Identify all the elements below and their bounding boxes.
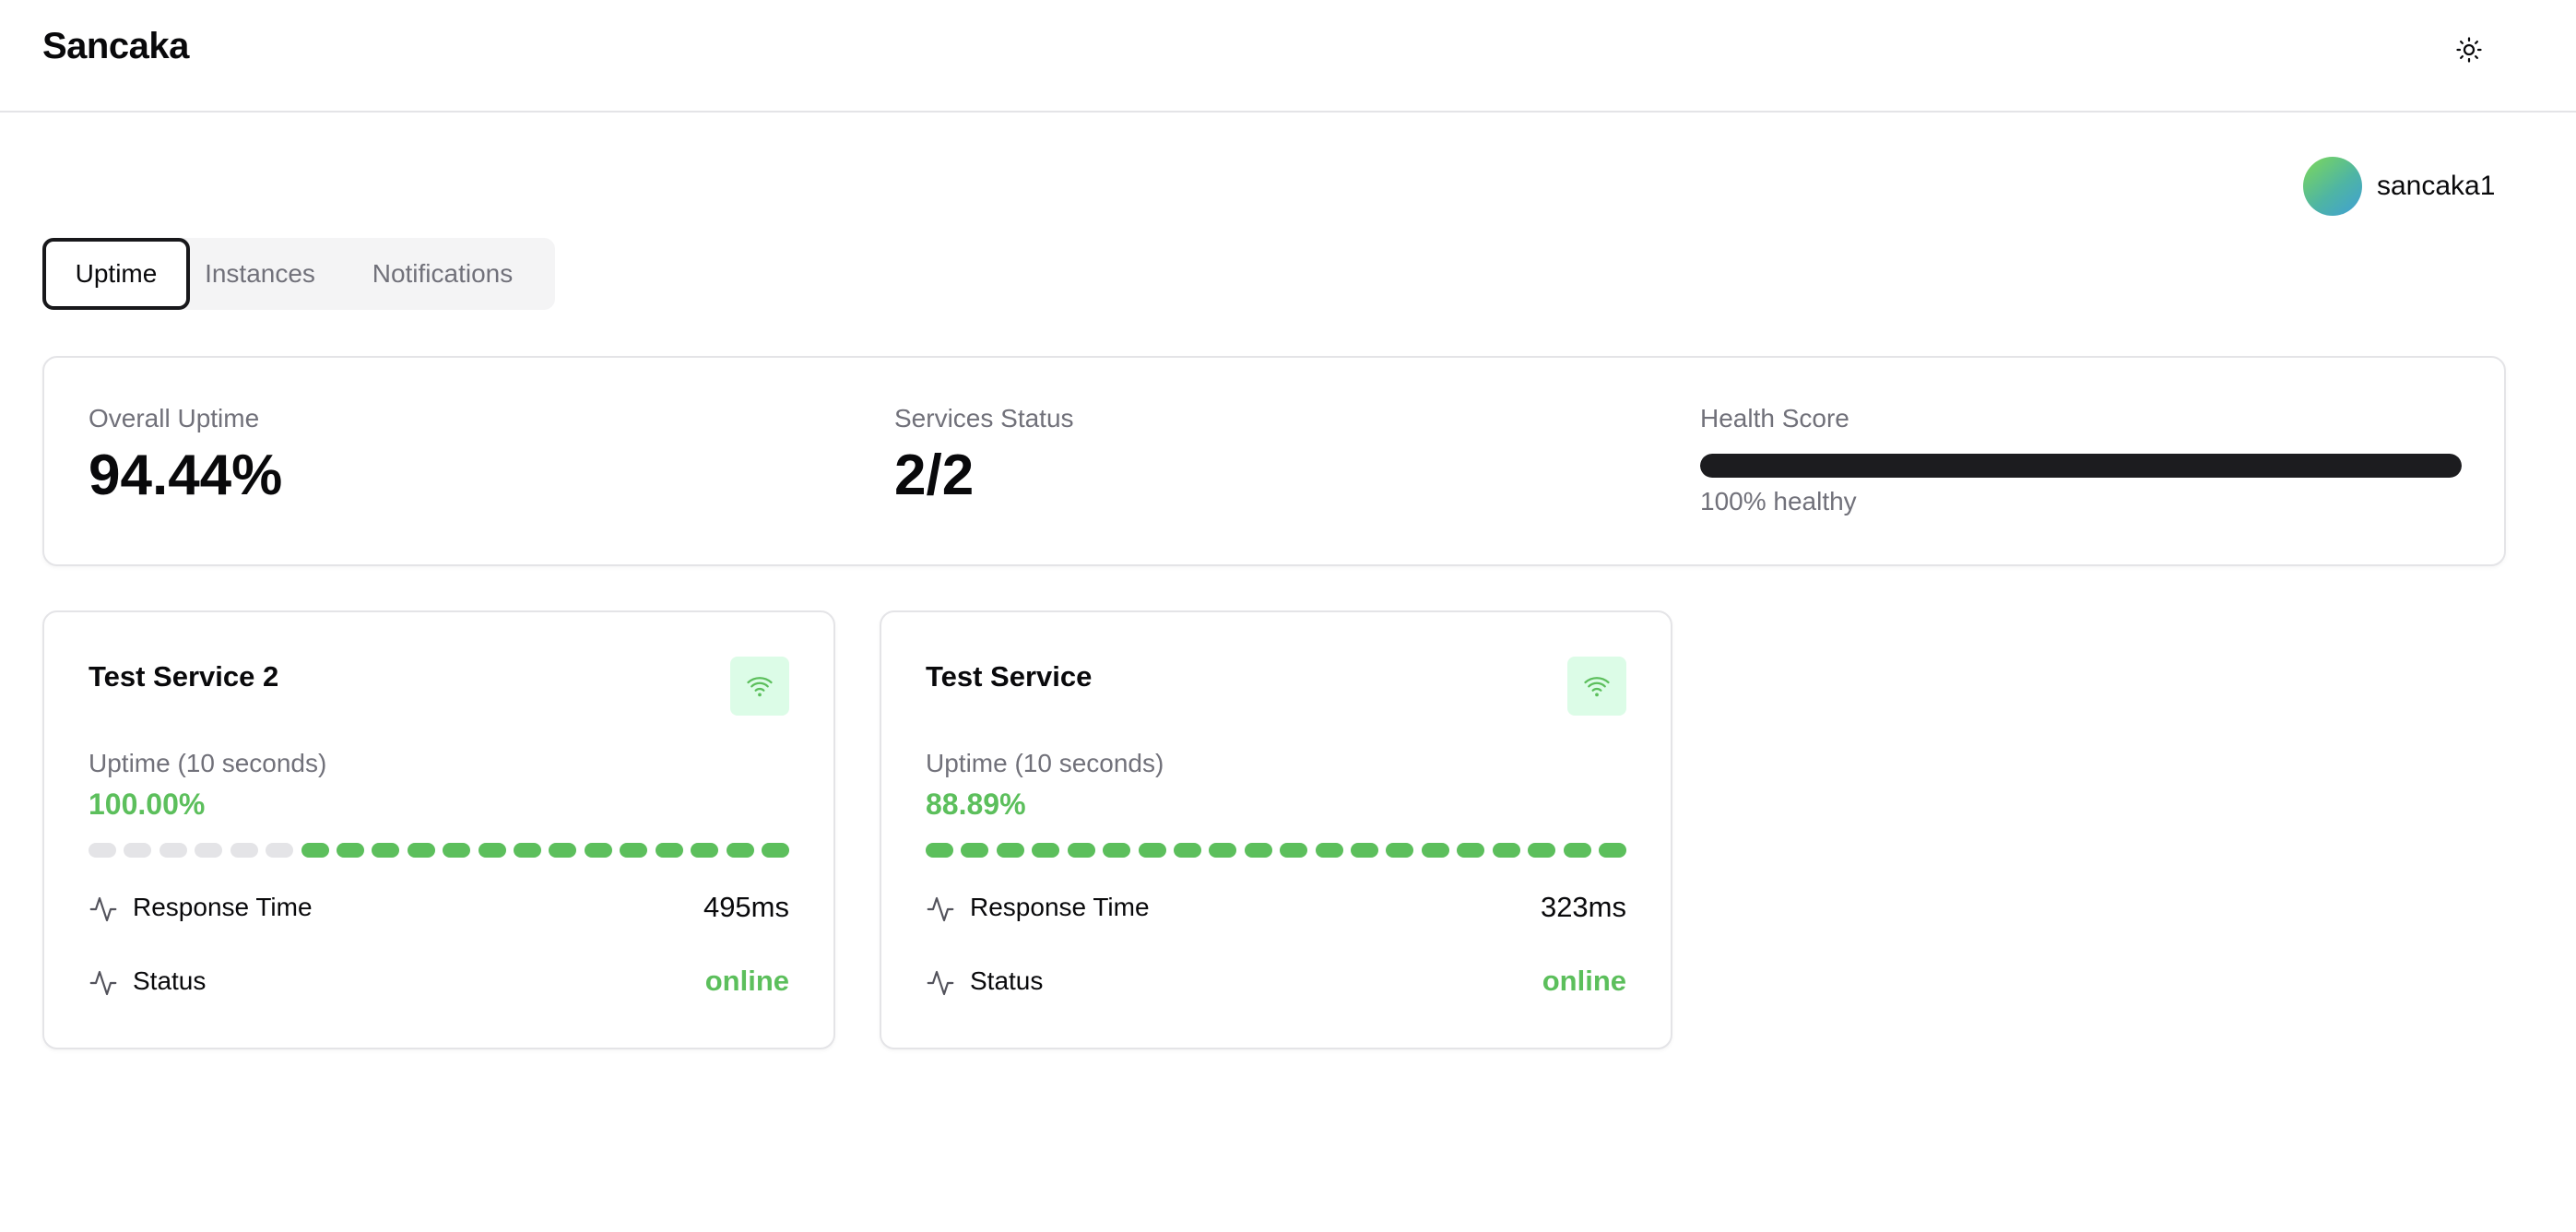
heartbeat-segment	[961, 843, 988, 858]
heartbeat-segment	[372, 843, 399, 858]
tab-notifications[interactable]: Notifications	[330, 238, 555, 310]
heartbeat-segment	[691, 843, 718, 858]
heartbeat-segment	[727, 843, 754, 858]
uptime-value: 100.00%	[89, 788, 206, 821]
tab-uptime[interactable]: Uptime	[42, 238, 190, 310]
health-score-text: 100% healthy	[1700, 487, 1857, 515]
heartbeat-segment	[1103, 843, 1130, 858]
response-time-label: Response Time	[970, 893, 1150, 921]
activity-icon	[89, 968, 118, 998]
heartbeat-segment	[1422, 843, 1449, 858]
heartbeat-segment	[1386, 843, 1413, 858]
heartbeat-segment	[230, 843, 258, 858]
health-score-fill	[1700, 454, 2462, 478]
heartbeat-segment	[1139, 843, 1166, 858]
heartbeat-segment	[1599, 843, 1626, 858]
summary-card: Overall Uptime 94.44% Services Status 2/…	[42, 356, 2506, 566]
overall-uptime-value: 94.44%	[89, 444, 283, 507]
app-title: Sancaka	[42, 26, 189, 66]
wifi-icon	[1567, 657, 1626, 716]
heartbeat-segment	[1457, 843, 1484, 858]
response-time-label: Response Time	[133, 893, 313, 921]
heartbeat-segment	[1316, 843, 1343, 858]
heartbeat-segment	[549, 843, 576, 858]
uptime-label: Uptime (10 seconds)	[89, 749, 327, 777]
theme-toggle-button[interactable]	[2447, 28, 2491, 76]
heartbeat-segment	[1564, 843, 1591, 858]
heartbeat-segment	[762, 843, 789, 858]
uptime-label: Uptime (10 seconds)	[926, 749, 1164, 777]
status-value: online	[1542, 965, 1626, 997]
services-status-value: 2/2	[894, 444, 975, 507]
top-header: Sancaka	[0, 0, 2576, 113]
wifi-icon	[730, 657, 789, 716]
heartbeat-segment	[926, 843, 953, 858]
heartbeat-segment	[1209, 843, 1236, 858]
avatar	[2303, 157, 2362, 216]
health-score-bar	[1700, 454, 2462, 478]
tab-instances[interactable]: Instances	[190, 238, 330, 310]
heartbeat-bar	[89, 843, 789, 858]
status-value: online	[704, 965, 789, 997]
heartbeat-segment	[266, 843, 293, 858]
heartbeat-segment	[408, 843, 435, 858]
response-time-row: Response Time 323ms	[926, 891, 1626, 928]
sun-icon	[2455, 36, 2483, 68]
heartbeat-segment	[89, 843, 116, 858]
username: sancaka1	[2377, 171, 2496, 201]
heartbeat-segment	[656, 843, 683, 858]
heartbeat-bar	[926, 843, 1626, 858]
response-time-row: Response Time 495ms	[89, 891, 789, 928]
heartbeat-segment	[1174, 843, 1201, 858]
activity-icon	[926, 968, 955, 998]
heartbeat-segment	[1245, 843, 1272, 858]
health-score-label: Health Score	[1700, 404, 1849, 432]
heartbeat-segment	[1068, 843, 1095, 858]
service-name: Test Service	[926, 660, 1093, 693]
heartbeat-segment	[195, 843, 222, 858]
heartbeat-segment	[997, 843, 1024, 858]
status-row: Status online	[926, 965, 1626, 1001]
tab-list: Uptime Instances Notifications	[42, 238, 555, 310]
service-name: Test Service 2	[89, 660, 279, 693]
uptime-value: 88.89%	[926, 788, 1026, 821]
heartbeat-segment	[514, 843, 541, 858]
heartbeat-segment	[1528, 843, 1555, 858]
overall-uptime-label: Overall Uptime	[89, 404, 260, 432]
heartbeat-segment	[1351, 843, 1378, 858]
heartbeat-segment	[1280, 843, 1307, 858]
heartbeat-segment	[160, 843, 187, 858]
heartbeat-segment	[1493, 843, 1520, 858]
response-time-value: 323ms	[1540, 891, 1626, 923]
heartbeat-segment	[620, 843, 647, 858]
heartbeat-segment	[124, 843, 151, 858]
heartbeat-segment	[337, 843, 364, 858]
heartbeat-segment	[301, 843, 329, 858]
status-label: Status	[133, 966, 207, 995]
status-row: Status online	[89, 965, 789, 1001]
status-label: Status	[970, 966, 1044, 995]
heartbeat-segment	[479, 843, 506, 858]
response-time-value: 495ms	[703, 891, 789, 923]
heartbeat-segment	[1032, 843, 1059, 858]
activity-icon	[89, 894, 118, 924]
services-status-label: Services Status	[894, 404, 1074, 432]
service-card[interactable]: Test Service Uptime (10 seconds) 88.89% …	[880, 610, 1672, 1049]
heartbeat-segment	[443, 843, 470, 858]
activity-icon	[926, 894, 955, 924]
heartbeat-segment	[585, 843, 612, 858]
service-card[interactable]: Test Service 2 Uptime (10 seconds) 100.0…	[42, 610, 835, 1049]
user-menu[interactable]: sancaka1	[2303, 157, 2495, 216]
